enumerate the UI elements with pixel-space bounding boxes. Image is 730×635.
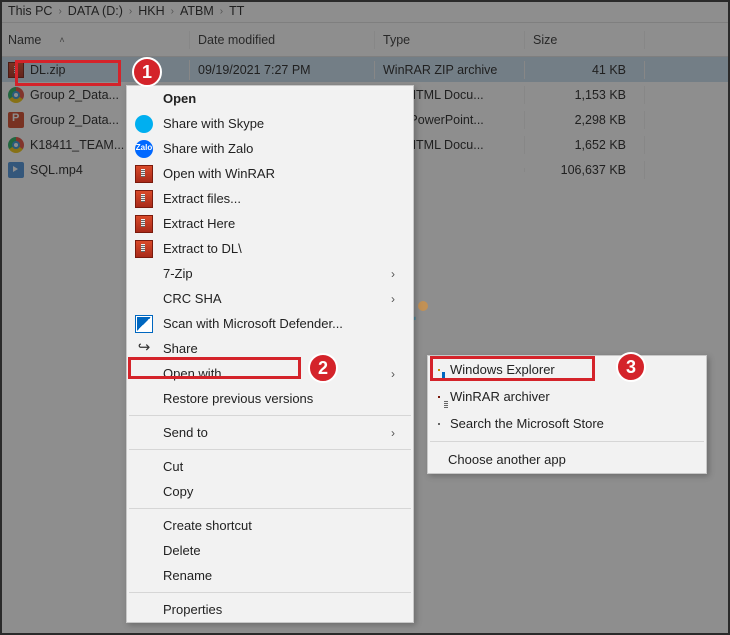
menu-separator: [129, 592, 411, 593]
powerpoint-icon: [8, 112, 24, 128]
breadcrumb-item[interactable]: This PC: [8, 4, 52, 18]
sort-arrow-icon: ˄: [59, 35, 64, 45]
menu-crc-sha[interactable]: CRC SHA›: [127, 286, 413, 311]
menu-separator: [430, 441, 704, 442]
breadcrumb-item[interactable]: TT: [229, 4, 244, 18]
menu-separator: [129, 449, 411, 450]
skype-icon: [135, 115, 153, 133]
chevron-right-icon: ›: [391, 267, 395, 281]
submenu-windows-explorer[interactable]: Windows Explorer: [428, 356, 706, 383]
breadcrumb-item[interactable]: HKH: [138, 4, 164, 18]
menu-delete[interactable]: Delete: [127, 538, 413, 563]
chevron-right-icon: ›: [391, 426, 395, 440]
menu-extract-to[interactable]: Extract to DL\: [127, 236, 413, 261]
menu-extract-files[interactable]: Extract files...: [127, 186, 413, 211]
breadcrumb-item[interactable]: ATBM: [180, 4, 214, 18]
file-size: 1,153 KB: [525, 86, 645, 104]
store-icon: [438, 423, 440, 425]
winrar-icon: [135, 240, 153, 258]
chevron-right-icon: ›: [391, 367, 395, 381]
chrome-icon: [8, 137, 24, 153]
winrar-icon: [438, 396, 440, 398]
menu-restore-versions[interactable]: Restore previous versions: [127, 386, 413, 411]
chevron-right-icon: ›: [391, 292, 395, 306]
windows-explorer-icon: [438, 369, 440, 371]
menu-open-winrar[interactable]: Open with WinRAR: [127, 161, 413, 186]
file-name: Group 2_Data...: [30, 88, 119, 102]
menu-7zip[interactable]: 7-Zip›: [127, 261, 413, 286]
file-name: SQL.mp4: [30, 163, 83, 177]
menu-scan-defender[interactable]: Scan with Microsoft Defender...: [127, 311, 413, 336]
menu-extract-here[interactable]: Extract Here: [127, 211, 413, 236]
file-type: WinRAR ZIP archive: [375, 61, 525, 79]
chevron-right-icon: ›: [220, 6, 223, 17]
share-icon: ↪: [135, 340, 153, 358]
menu-send-to[interactable]: Send to›: [127, 420, 413, 445]
file-row[interactable]: DL.zip 09/19/2021 7:27 PM WinRAR ZIP arc…: [0, 57, 730, 82]
column-header-type[interactable]: Type: [375, 31, 525, 49]
chevron-right-icon: ›: [171, 6, 174, 17]
column-header-name[interactable]: Name˄: [0, 31, 190, 49]
menu-copy[interactable]: Copy: [127, 479, 413, 504]
defender-icon: [135, 315, 153, 333]
winrar-icon: [135, 190, 153, 208]
chevron-right-icon: ›: [58, 6, 61, 17]
file-name: K18411_TEAM...: [30, 138, 124, 152]
context-menu: Open Share with Skype ZaloShare with Zal…: [126, 85, 414, 623]
menu-cut[interactable]: Cut: [127, 454, 413, 479]
file-size: 41 KB: [525, 61, 645, 79]
menu-rename[interactable]: Rename: [127, 563, 413, 588]
zalo-icon: Zalo: [135, 140, 153, 158]
menu-separator: [129, 508, 411, 509]
submenu-choose-another[interactable]: Choose another app: [428, 446, 706, 473]
winrar-icon: [135, 215, 153, 233]
file-size: 106,637 KB: [525, 161, 645, 179]
step-badge-3: 3: [616, 352, 646, 382]
menu-open-with[interactable]: Open with›: [127, 361, 413, 386]
column-header-size[interactable]: Size: [525, 31, 645, 49]
zip-icon: [8, 62, 24, 78]
breadcrumb-item[interactable]: DATA (D:): [68, 4, 123, 18]
submenu-winrar-archiver[interactable]: WinRAR archiver: [428, 383, 706, 410]
menu-open[interactable]: Open: [127, 86, 413, 111]
step-badge-2: 2: [308, 353, 338, 383]
file-size: 1,652 KB: [525, 136, 645, 154]
winrar-icon: [135, 165, 153, 183]
menu-create-shortcut[interactable]: Create shortcut: [127, 513, 413, 538]
file-name: Group 2_Data...: [30, 113, 119, 127]
open-with-submenu: Windows Explorer WinRAR archiver Search …: [427, 355, 707, 474]
file-date: 09/19/2021 7:27 PM: [190, 61, 375, 79]
file-size: 2,298 KB: [525, 111, 645, 129]
step-badge-1: 1: [132, 57, 162, 87]
video-icon: [8, 162, 24, 178]
submenu-search-store[interactable]: Search the Microsoft Store: [428, 410, 706, 437]
column-headers: Name˄ Date modified Type Size: [0, 23, 730, 57]
chrome-icon: [8, 87, 24, 103]
breadcrumb[interactable]: This PC › DATA (D:) › HKH › ATBM › TT: [0, 0, 730, 23]
chevron-right-icon: ›: [129, 6, 132, 17]
menu-properties[interactable]: Properties: [127, 597, 413, 622]
file-name: DL.zip: [30, 63, 65, 77]
menu-share-zalo[interactable]: ZaloShare with Zalo: [127, 136, 413, 161]
menu-share-skype[interactable]: Share with Skype: [127, 111, 413, 136]
column-header-date[interactable]: Date modified: [190, 31, 375, 49]
menu-share[interactable]: ↪Share: [127, 336, 413, 361]
menu-separator: [129, 415, 411, 416]
